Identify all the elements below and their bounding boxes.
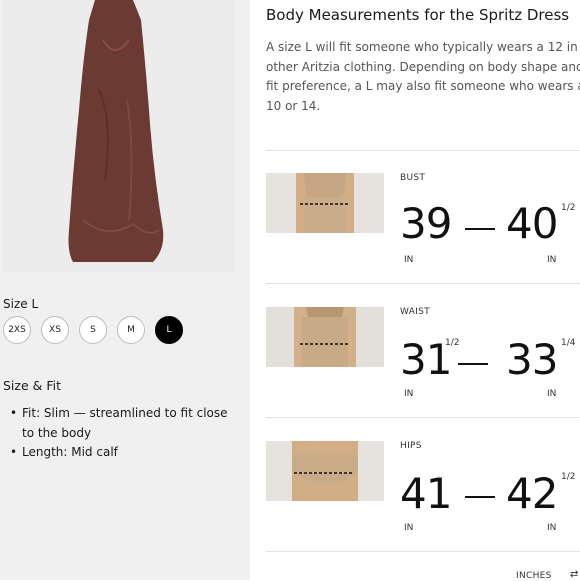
waist-high-value: 33 <box>506 335 558 384</box>
size-option-l[interactable]: L <box>155 316 183 344</box>
waist-low-fraction: 1/2 <box>445 338 460 348</box>
divider <box>266 551 580 552</box>
hips-label: HIPS <box>400 441 422 451</box>
bust-high-value: 40 <box>506 199 558 248</box>
divider <box>266 150 580 151</box>
dress-illustration <box>3 0 235 272</box>
size-option-xs[interactable]: XS <box>41 316 69 344</box>
hips-low-value: 41 <box>400 469 452 518</box>
divider <box>266 283 580 284</box>
product-image[interactable] <box>3 0 235 272</box>
list-item: Fit: Slim — streamlined to fit close to … <box>10 404 242 443</box>
divider <box>266 417 580 418</box>
waist-high-unit: IN <box>547 389 557 399</box>
range-dash <box>458 363 488 365</box>
size-description: A size L will fit someone who typically … <box>266 40 580 113</box>
waist-label: WAIST <box>400 307 430 317</box>
product-panel: Size L 2XS XS S M L Size & Fit Fit: Slim… <box>0 0 250 580</box>
bust-low-unit: IN <box>404 255 414 265</box>
size-selector: 2XS XS S M L <box>3 316 183 344</box>
hips-image <box>266 441 384 501</box>
toggle-arrows-icon[interactable]: ⇄ <box>570 569 578 580</box>
size-label: Size L <box>3 297 39 311</box>
hips-high-fraction: 1/2 <box>561 472 576 482</box>
waist-low-value: 31 <box>400 335 452 384</box>
size-option-s[interactable]: S <box>79 316 107 344</box>
waist-low-unit: IN <box>404 389 414 399</box>
bust-image <box>266 173 384 233</box>
bust-high-fraction: 1/2 <box>561 203 576 213</box>
range-dash <box>465 228 495 230</box>
hips-high-value: 42 <box>506 469 558 518</box>
list-item: Length: Mid calf <box>10 443 242 463</box>
range-dash <box>465 496 495 498</box>
fit-list: Fit: Slim — streamlined to fit close to … <box>10 404 242 463</box>
measurements-panel: Body Measurements for the Spritz Dress A… <box>266 0 580 581</box>
hips-low-unit: IN <box>404 523 414 533</box>
size-option-m[interactable]: M <box>117 316 145 344</box>
bust-high-unit: IN <box>547 255 557 265</box>
waist-image <box>266 307 384 367</box>
size-fit-heading: Size & Fit <box>3 378 62 393</box>
page-title: Body Measurements for the Spritz Dress <box>266 6 570 24</box>
waist-high-fraction: 1/4 <box>561 338 576 348</box>
size-option-2xs[interactable]: 2XS <box>3 316 31 344</box>
bust-label: BUST <box>400 173 426 183</box>
hips-high-unit: IN <box>547 523 557 533</box>
bust-low-value: 39 <box>400 199 452 248</box>
